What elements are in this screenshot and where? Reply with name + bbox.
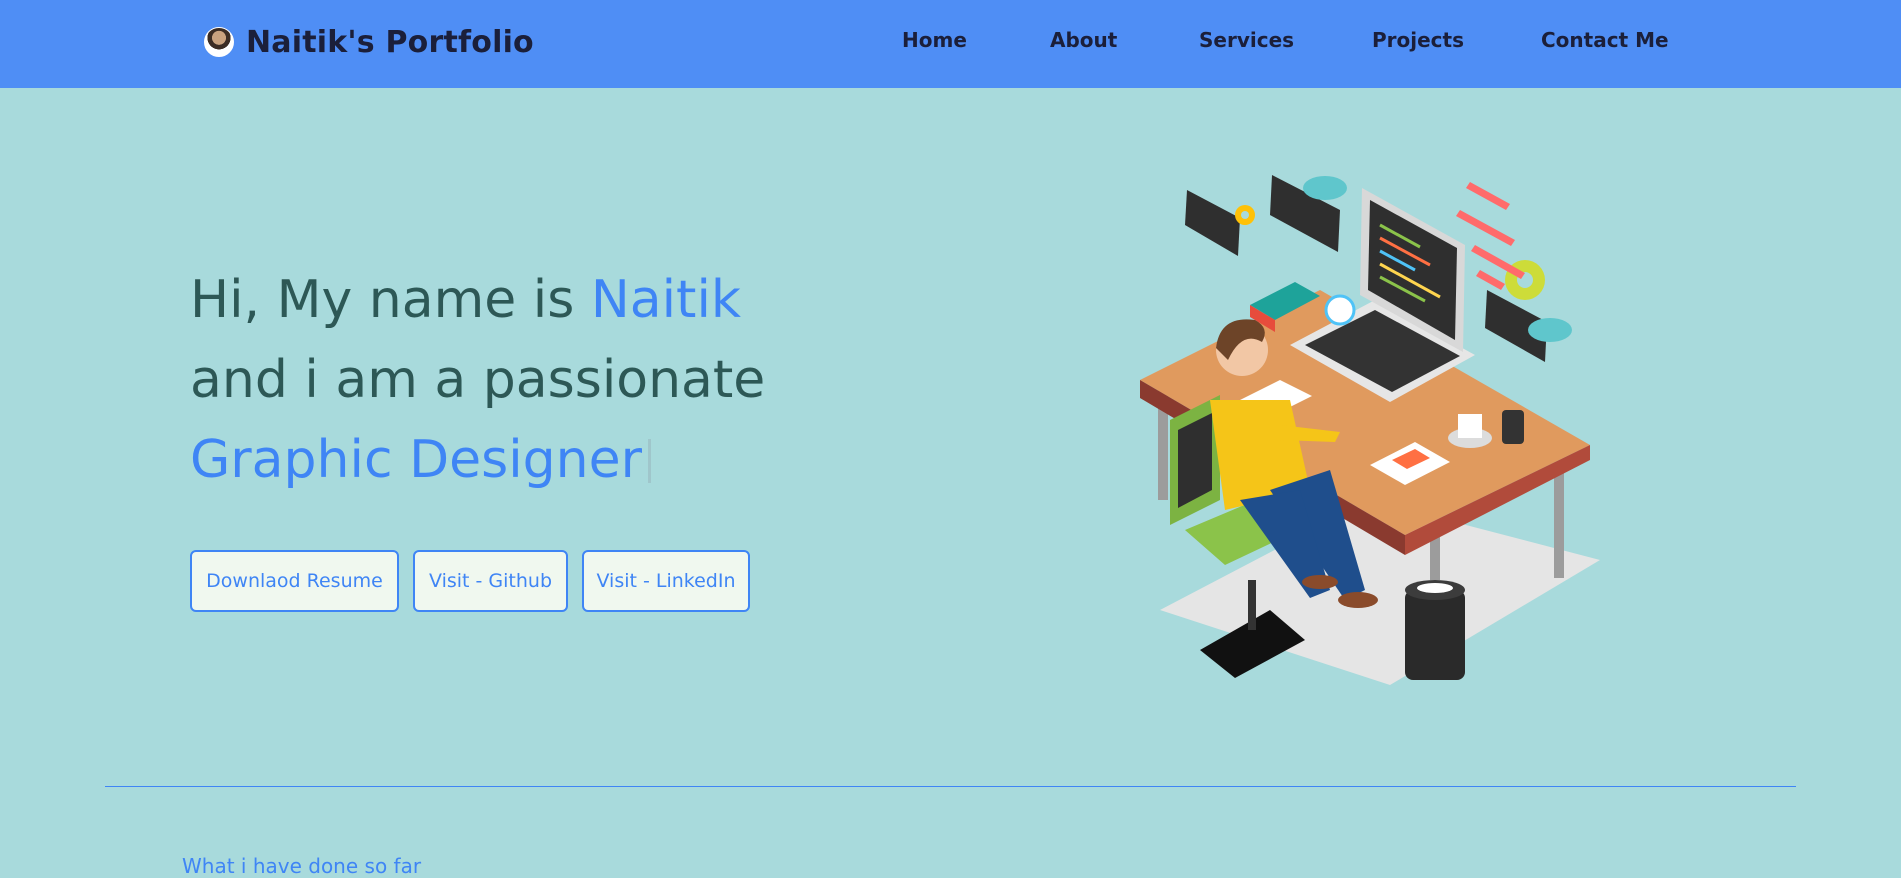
red-bars: [1456, 182, 1525, 290]
hero-intro: and i am a passionate: [190, 350, 766, 410]
nav-services[interactable]: Services: [1199, 28, 1294, 52]
download-resume-button[interactable]: Downlaod Resume: [190, 550, 399, 612]
hero-role: Graphic Designer: [190, 434, 651, 486]
floating-screen: [1185, 190, 1240, 256]
nav-contact-me[interactable]: Contact Me: [1541, 28, 1669, 52]
trash-bin: [1405, 590, 1465, 680]
developer-illustration: [1140, 175, 1600, 685]
pen-holder: [1502, 410, 1524, 444]
hero-role-text: Graphic Designer: [190, 430, 642, 490]
navbar: Naitik's Portfolio Home About Services P…: [0, 0, 1901, 88]
desk-leg: [1554, 468, 1564, 578]
nav-about[interactable]: About: [1050, 28, 1117, 52]
nav-home[interactable]: Home: [902, 28, 967, 52]
nav-projects[interactable]: Projects: [1372, 28, 1464, 52]
hero-greeting-prefix: Hi, My name is: [190, 270, 575, 330]
visit-linkedin-button[interactable]: Visit - LinkedIn: [582, 550, 750, 612]
clock: [1324, 294, 1356, 326]
typing-caret: [647, 439, 651, 483]
section-divider: [105, 786, 1796, 787]
section-subtitle: What i have done so far: [182, 854, 422, 878]
visit-github-button[interactable]: Visit - Github: [413, 550, 568, 612]
person-shoe: [1338, 592, 1378, 608]
hero-name: Naitik: [590, 270, 742, 330]
cloud: [1528, 318, 1572, 342]
nav-links: Home About Services Projects Contact Me: [0, 28, 1901, 60]
cloud: [1303, 176, 1347, 200]
hero-greeting: Hi, My name is Naitik: [190, 274, 741, 326]
